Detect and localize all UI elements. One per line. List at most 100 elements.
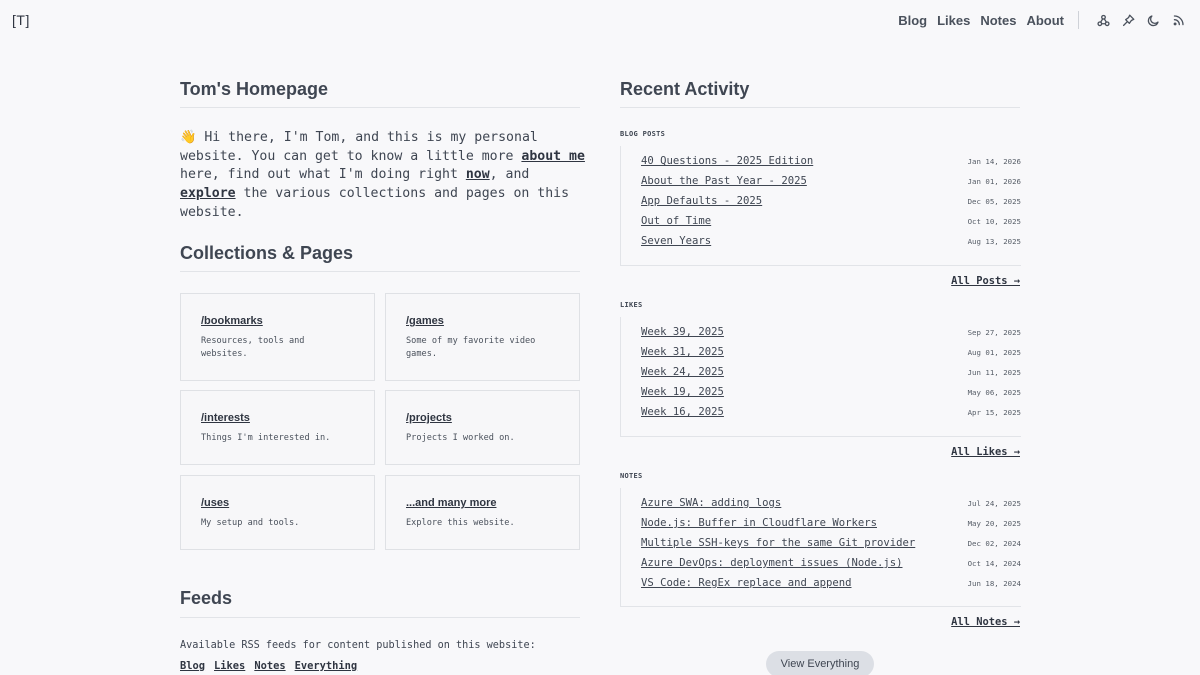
note-link[interactable]: Azure SWA: adding logs — [641, 497, 781, 509]
feed-link-everything[interactable]: Everything — [295, 660, 358, 672]
now-link[interactable]: now — [466, 167, 490, 182]
list-item: Out of Time Oct 10, 2025 — [641, 212, 1021, 232]
card-many-more[interactable]: ...and many more Explore this website. — [385, 475, 580, 550]
nav-divider — [1078, 11, 1079, 29]
like-date: Aug 01, 2025 — [967, 348, 1021, 357]
feeds-heading: Feeds — [180, 588, 233, 608]
pin-icon[interactable] — [1119, 11, 1137, 29]
likes-list: Week 39, 2025 Sep 27, 2025 Week 31, 2025 A… — [620, 317, 1021, 437]
like-link[interactable]: Week 39, 2025 — [641, 326, 724, 338]
list-item: Azure SWA: adding logs Jul 24, 2025 — [641, 494, 1021, 514]
intro-text: here, find out what I'm doing right — [180, 167, 466, 183]
post-link[interactable]: About the Past Year - 2025 — [641, 175, 807, 187]
blog-posts-label: BLOG POSTS — [620, 130, 666, 138]
all-posts-link[interactable]: All Posts → — [951, 275, 1020, 287]
card-description: Some of my favorite video games. — [406, 336, 536, 359]
card-title[interactable]: /projects — [406, 412, 452, 424]
notes-label: NOTES — [620, 472, 643, 480]
blog-posts-list: 40 Questions - 2025 Edition Jan 14, 2026 … — [620, 146, 1021, 266]
notes-list: Azure SWA: adding logs Jul 24, 2025 Node.… — [620, 488, 1021, 607]
feed-link-notes[interactable]: Notes — [254, 660, 285, 672]
list-item: App Defaults - 2025 Dec 05, 2025 — [641, 192, 1021, 212]
moon-icon[interactable] — [1144, 11, 1162, 29]
intro-text: 👋 Hi there, I'm Tom, and this is my pers… — [180, 130, 538, 164]
card-title[interactable]: /games — [406, 315, 444, 327]
rss-icon[interactable] — [1169, 11, 1187, 29]
recent-activity-heading: Recent Activity — [620, 79, 750, 99]
list-item: Multiple SSH-keys for the same Git provi… — [641, 534, 1021, 554]
site-logo[interactable]: [T] — [12, 12, 30, 28]
post-date: Dec 05, 2025 — [967, 197, 1021, 206]
collections-divider — [180, 271, 580, 272]
post-link[interactable]: Seven Years — [641, 235, 711, 247]
feed-link-blog[interactable]: Blog — [180, 660, 205, 672]
card-title[interactable]: /bookmarks — [201, 315, 263, 327]
list-item: Week 19, 2025 May 06, 2025 — [641, 383, 1021, 403]
note-date: May 20, 2025 — [967, 519, 1021, 528]
card-title[interactable]: ...and many more — [406, 497, 496, 509]
note-link[interactable]: VS Code: RegEx replace and append — [641, 577, 851, 589]
post-date: Jan 01, 2026 — [967, 177, 1021, 186]
intro-text: the various collections and pages on thi… — [180, 186, 570, 220]
note-link[interactable]: Azure DevOps: deployment issues (Node.js… — [641, 557, 903, 569]
card-projects[interactable]: /projects Projects I worked on. — [385, 390, 580, 465]
note-date: Jul 24, 2025 — [967, 499, 1021, 508]
card-description: My setup and tools. — [201, 518, 300, 528]
note-link[interactable]: Multiple SSH-keys for the same Git provi… — [641, 537, 915, 549]
list-item: Week 39, 2025 Sep 27, 2025 — [641, 323, 1021, 343]
post-link[interactable]: Out of Time — [641, 215, 711, 227]
top-bar: [T] Blog Likes Notes About — [0, 0, 1200, 40]
like-link[interactable]: Week 16, 2025 — [641, 406, 724, 418]
view-everything-button[interactable]: View Everything — [766, 651, 874, 675]
like-link[interactable]: Week 19, 2025 — [641, 386, 724, 398]
card-bookmarks[interactable]: /bookmarks Resources, tools and websites… — [180, 293, 375, 381]
note-date: Dec 02, 2024 — [967, 539, 1021, 548]
like-link[interactable]: Week 31, 2025 — [641, 346, 724, 358]
feeds-description: Available RSS feeds for content publishe… — [180, 640, 536, 651]
card-title[interactable]: /interests — [201, 412, 250, 424]
explore-link[interactable]: explore — [180, 186, 236, 201]
activity-divider — [620, 107, 1020, 108]
post-link[interactable]: App Defaults - 2025 — [641, 195, 762, 207]
list-item: 40 Questions - 2025 Edition Jan 14, 2026 — [641, 152, 1021, 172]
like-date: Apr 15, 2025 — [967, 408, 1021, 417]
main-nav: Blog Likes Notes About — [898, 11, 1187, 29]
card-games[interactable]: /games Some of my favorite video games. — [385, 293, 580, 381]
nav-likes[interactable]: Likes — [937, 13, 970, 28]
graph-icon[interactable] — [1094, 11, 1112, 29]
nav-blog[interactable]: Blog — [898, 13, 927, 28]
like-date: Sep 27, 2025 — [967, 328, 1021, 337]
post-link[interactable]: 40 Questions - 2025 Edition — [641, 155, 813, 167]
list-item: About the Past Year - 2025 Jan 01, 2026 — [641, 172, 1021, 192]
card-title[interactable]: /uses — [201, 497, 229, 509]
list-item: VS Code: RegEx replace and append Jun 18,… — [641, 574, 1021, 594]
all-likes-link[interactable]: All Likes → — [951, 446, 1020, 458]
list-item: Week 31, 2025 Aug 01, 2025 — [641, 343, 1021, 363]
feeds-divider — [180, 617, 580, 618]
list-item: Azure DevOps: deployment issues (Node.js… — [641, 554, 1021, 574]
note-date: Jun 18, 2024 — [967, 579, 1021, 588]
all-notes-link[interactable]: All Notes → — [951, 616, 1020, 628]
note-date: Oct 14, 2024 — [967, 559, 1021, 568]
likes-label: LIKES — [620, 301, 643, 309]
nav-about[interactable]: About — [1026, 13, 1064, 28]
feed-link-likes[interactable]: Likes — [214, 660, 245, 672]
nav-notes[interactable]: Notes — [980, 13, 1016, 28]
list-item: Week 24, 2025 Jun 11, 2025 — [641, 363, 1021, 383]
post-date: Aug 13, 2025 — [967, 237, 1021, 246]
collections-heading: Collections & Pages — [180, 243, 354, 263]
like-link[interactable]: Week 24, 2025 — [641, 366, 724, 378]
list-item: Week 16, 2025 Apr 15, 2025 — [641, 403, 1021, 423]
note-link[interactable]: Node.js: Buffer in Cloudflare Workers — [641, 517, 877, 529]
feed-links: Blog Likes Notes Everything — [180, 660, 366, 672]
like-date: Jun 11, 2025 — [967, 368, 1021, 377]
post-date: Oct 10, 2025 — [967, 217, 1021, 226]
intro-text: , and — [489, 167, 530, 183]
about-me-link[interactable]: about me — [521, 149, 585, 164]
card-interests[interactable]: /interests Things I'm interested in. — [180, 390, 375, 465]
card-description: Projects I worked on. — [406, 433, 515, 443]
page-title: Tom's Homepage — [180, 79, 328, 99]
intro-paragraph: 👋 Hi there, I'm Tom, and this is my pers… — [180, 129, 585, 223]
card-uses[interactable]: /uses My setup and tools. — [180, 475, 375, 550]
title-divider — [180, 107, 580, 108]
